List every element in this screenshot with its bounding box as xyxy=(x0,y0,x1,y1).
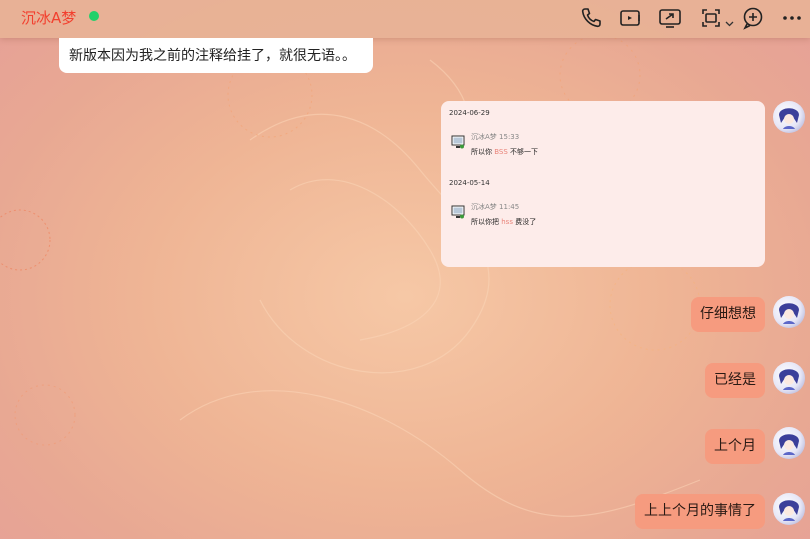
record-text-suffix: 不够一下 xyxy=(510,148,539,156)
message-text: 上上个月的事情了 xyxy=(644,503,756,519)
outgoing-message[interactable]: 仔细想想 xyxy=(691,297,765,332)
record-text-highlight: hss xyxy=(501,218,513,226)
message-text: 上个月 xyxy=(714,438,756,454)
remote-assist-icon[interactable] xyxy=(698,5,724,31)
phone-icon[interactable] xyxy=(578,5,604,31)
dragon-fireworks-background xyxy=(0,34,701,517)
record-message: 所以你把 hss 费没了 xyxy=(471,217,536,227)
record-date: 2024-05-14 xyxy=(449,179,490,187)
add-member-icon[interactable] xyxy=(740,5,766,31)
computer-icon xyxy=(451,135,465,149)
video-call-icon[interactable] xyxy=(617,5,643,31)
avatar[interactable] xyxy=(773,362,805,394)
outgoing-message[interactable]: 已经是 xyxy=(705,363,765,398)
online-status-dot xyxy=(89,11,99,21)
record-text-prefix: 所以你 xyxy=(471,148,492,156)
avatar[interactable] xyxy=(773,427,805,459)
avatar[interactable] xyxy=(773,101,805,133)
chevron-down-icon[interactable] xyxy=(725,13,734,27)
record-time: 11:45 xyxy=(499,203,520,211)
message-text: 仔细想想 xyxy=(700,306,756,322)
record-message: 所以你 BSS 不够一下 xyxy=(471,147,538,157)
contact-name[interactable]: 沉冰A梦 xyxy=(21,7,76,28)
record-text-suffix: 费没了 xyxy=(515,218,537,226)
message-text: 已经是 xyxy=(714,372,756,388)
record-sender: 沉冰A梦 xyxy=(471,203,497,211)
avatar[interactable] xyxy=(773,296,805,328)
outgoing-message[interactable]: 上个月 xyxy=(705,429,765,464)
incoming-message[interactable]: 新版本因为我之前的注释给挂了，就很无语。。 xyxy=(59,38,373,73)
more-icon[interactable] xyxy=(779,5,805,31)
record-text-prefix: 所以你把 xyxy=(471,218,499,226)
message-text: 新版本因为我之前的注释给挂了，就很无语。。 xyxy=(69,48,356,64)
record-sender-line: 沉冰A梦 15:33 xyxy=(471,132,519,142)
chat-header: 沉冰A梦 xyxy=(0,0,810,38)
record-sender: 沉冰A梦 xyxy=(471,133,497,141)
record-time: 15:33 xyxy=(499,133,520,141)
screen-share-icon[interactable] xyxy=(657,5,683,31)
outgoing-message[interactable]: 上上个月的事情了 xyxy=(635,494,765,529)
forwarded-chat-record[interactable]: 2024-06-29 沉冰A梦 15:33 所以你 BSS 不够一下 2024-… xyxy=(441,101,765,267)
computer-icon xyxy=(451,205,465,219)
avatar[interactable] xyxy=(773,493,805,525)
record-date: 2024-06-29 xyxy=(449,109,490,117)
record-text-highlight: BSS xyxy=(494,148,508,156)
record-sender-line: 沉冰A梦 11:45 xyxy=(471,202,519,212)
